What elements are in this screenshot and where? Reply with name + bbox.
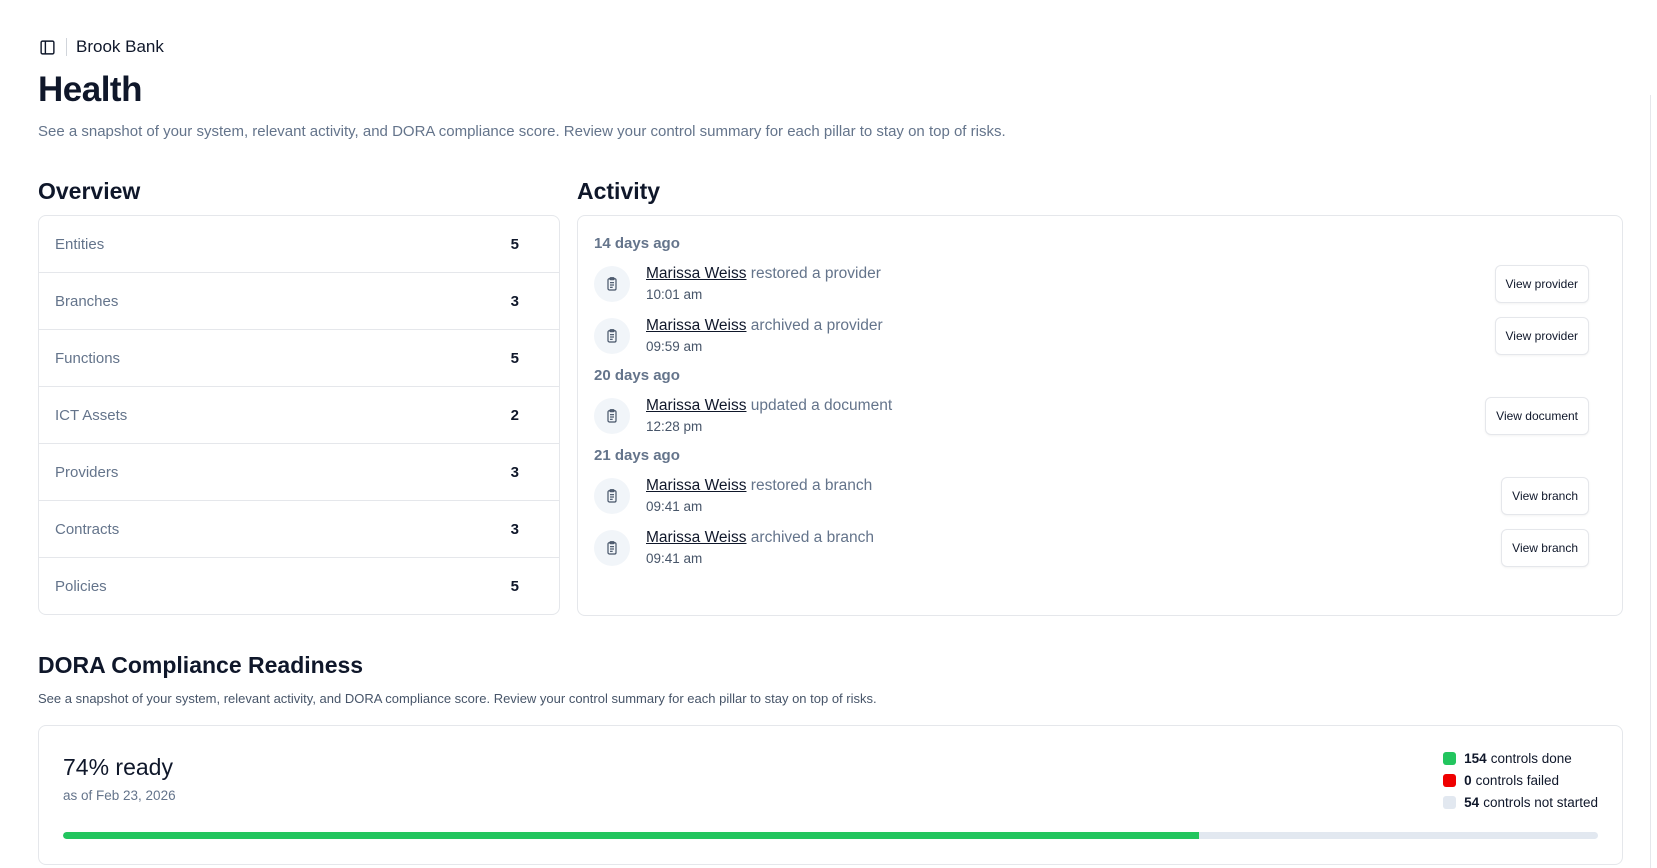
activity-card: 14 days ago Marissa Weiss restored a prov…: [577, 215, 1623, 616]
legend-swatch: [1443, 773, 1457, 787]
activity-day-heading: 21 days ago: [594, 447, 680, 464]
overview-count: 3: [510, 292, 519, 310]
overview-label: ICT Assets: [55, 406, 128, 424]
legend-label: controls done: [1490, 750, 1572, 766]
controls-legend: 154 controls done 0 controls failed 54 contro…: [1443, 747, 1598, 813]
overview-row: Contracts 3: [39, 501, 559, 558]
readiness-percent: 74% ready: [63, 754, 173, 780]
activity-action: restored a provider: [746, 265, 881, 282]
readiness-progress-bar: [63, 832, 1598, 839]
overview-count: 5: [510, 349, 519, 367]
legend-swatch: [1443, 751, 1457, 765]
activity-action: updated a document: [746, 397, 893, 414]
clipboard-icon: [594, 530, 630, 566]
readiness-progress-fill: [63, 832, 1199, 839]
activity-description: Marissa Weiss restored a branch: [646, 476, 1501, 496]
activity-description: Marissa Weiss updated a document: [646, 396, 1485, 416]
org-name: Brook Bank: [76, 37, 164, 56]
activity-day-heading: 14 days ago: [594, 235, 680, 252]
activity-description: Marissa Weiss restored a provider: [646, 264, 1495, 284]
sidebar-toggle-icon[interactable]: [38, 38, 56, 56]
overview-count: 5: [510, 235, 519, 253]
scrollbar[interactable]: [1650, 95, 1657, 868]
legend-item: 0 controls failed: [1443, 769, 1598, 791]
page-subtitle: See a snapshot of your system, relevant …: [38, 123, 1006, 140]
legend-item: 54 controls not started: [1443, 791, 1598, 813]
overview-count: 2: [510, 406, 519, 424]
overview-label: Policies: [55, 578, 107, 595]
legend-count: 54: [1464, 794, 1480, 810]
activity-item: Marissa Weiss restored a branch 09:41 am V…: [594, 470, 1606, 522]
activity-time: 12:28 pm: [646, 419, 703, 434]
clipboard-icon: [594, 478, 630, 514]
activity-view-button[interactable]: View provider: [1494, 265, 1589, 303]
activity-title: Activity: [577, 178, 661, 204]
activity-action: restored a branch: [746, 477, 873, 494]
activity-description: Marissa Weiss archived a provider: [646, 316, 1495, 336]
activity-day-heading: 20 days ago: [594, 367, 680, 384]
clipboard-icon: [594, 398, 630, 434]
overview-label: Functions: [55, 349, 121, 367]
activity-time: 09:59 am: [646, 339, 703, 354]
overview-count: 5: [510, 578, 519, 595]
activity-item: Marissa Weiss archived a branch 09:41 am V…: [594, 522, 1606, 574]
activity-user-link[interactable]: Marissa Weiss: [646, 317, 746, 334]
overview-label: Entities: [55, 235, 105, 253]
activity-view-button[interactable]: View provider: [1494, 317, 1589, 355]
activity-user-link[interactable]: Marissa Weiss: [646, 529, 746, 546]
legend-count: 154: [1464, 750, 1487, 766]
overview-label: Branches: [55, 292, 119, 310]
legend-item: 154 controls done: [1443, 747, 1598, 769]
legend-count: 0: [1464, 772, 1472, 788]
activity-text: Marissa Weiss restored a branch 09:41 am: [646, 476, 1501, 516]
activity-time: 10:01 am: [646, 287, 703, 302]
overview-label: Providers: [55, 463, 119, 481]
activity-description: Marissa Weiss archived a branch: [646, 528, 1501, 548]
page-title: Health: [38, 70, 142, 109]
overview-count: 3: [510, 520, 519, 538]
overview-row: Providers 3: [39, 444, 559, 501]
dora-card: 74% ready as of Feb 23, 2026 154 controls…: [38, 725, 1623, 865]
activity-text: Marissa Weiss updated a document 12:28 pm: [646, 396, 1485, 436]
activity-view-button[interactable]: View branch: [1501, 477, 1589, 515]
activity-text: Marissa Weiss archived a provider 09:59 a…: [646, 316, 1495, 356]
topbar: Brook Bank: [38, 36, 164, 58]
overview-row: Branches 3: [39, 273, 559, 330]
clipboard-icon: [594, 318, 630, 354]
dora-subtitle: See a snapshot of your system, relevant …: [38, 691, 877, 706]
overview-row: Policies 5: [39, 558, 559, 614]
legend-label: controls not started: [1483, 794, 1598, 810]
activity-view-button[interactable]: View branch: [1501, 529, 1589, 567]
readiness-date: as of Feb 23, 2026: [63, 788, 176, 803]
activity-item: Marissa Weiss updated a document 12:28 pm…: [594, 390, 1606, 442]
activity-item: Marissa Weiss restored a provider 10:01 a…: [594, 258, 1606, 310]
activity-text: Marissa Weiss archived a branch 09:41 am: [646, 528, 1501, 568]
activity-user-link[interactable]: Marissa Weiss: [646, 477, 746, 494]
overview-row: ICT Assets 2: [39, 387, 559, 444]
activity-action: archived a provider: [746, 317, 883, 334]
overview-label: Contracts: [55, 520, 120, 538]
activity-view-button[interactable]: View document: [1485, 397, 1589, 435]
activity-action: archived a branch: [746, 529, 875, 546]
overview-count: 3: [510, 463, 519, 481]
topbar-divider: [66, 38, 67, 56]
activity-item: Marissa Weiss archived a provider 09:59 a…: [594, 310, 1606, 362]
legend-swatch: [1443, 795, 1457, 809]
legend-label: controls failed: [1475, 772, 1559, 788]
dora-title: DORA Compliance Readiness: [38, 652, 364, 678]
overview-title: Overview: [38, 178, 141, 204]
activity-text: Marissa Weiss restored a provider 10:01 a…: [646, 264, 1495, 304]
activity-time: 09:41 am: [646, 499, 703, 514]
activity-user-link[interactable]: Marissa Weiss: [646, 265, 746, 282]
overview-row: Entities 5: [39, 216, 559, 273]
activity-time: 09:41 am: [646, 551, 703, 566]
clipboard-icon: [594, 266, 630, 302]
overview-card: Entities 5 Branches 3 Functions 5 ICT Assets 2 P…: [38, 215, 560, 615]
overview-row: Functions 5: [39, 330, 559, 387]
activity-user-link[interactable]: Marissa Weiss: [646, 397, 746, 414]
